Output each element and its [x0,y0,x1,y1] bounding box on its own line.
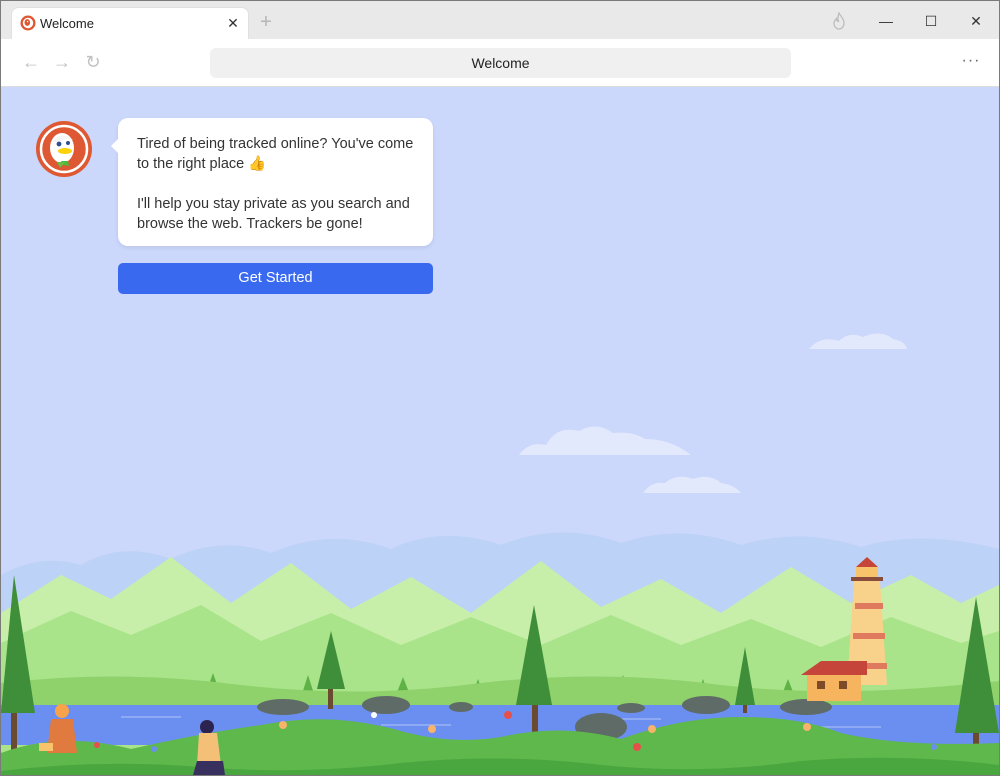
duckduckgo-favicon-icon [20,15,36,31]
duckduckgo-logo-icon [36,121,92,177]
landscape-illustration [1,333,999,775]
back-button[interactable]: ← [21,52,41,72]
new-tab-button[interactable]: + [257,12,275,32]
reload-button[interactable]: ↻ [83,52,103,72]
browser-window: Welcome ✕ + — ☐ ✕ ← → ↻ Welcome ··· Tire… [0,0,1000,776]
more-menu-button[interactable]: ··· [959,51,983,73]
fire-icon[interactable] [831,12,847,30]
welcome-message-bubble: Tired of being tracked online? You've co… [111,118,433,246]
address-bar[interactable]: Welcome [210,48,791,78]
forward-button[interactable]: → [52,52,72,72]
maximize-button[interactable]: ☐ [919,10,943,32]
bubble-tail [111,138,119,154]
minimize-button[interactable]: — [874,10,898,32]
tab-welcome[interactable]: Welcome ✕ [12,8,248,39]
welcome-page: Tired of being tracked online? You've co… [1,87,999,775]
welcome-message-line2: I'll help you stay private as you search… [137,196,410,232]
close-window-button[interactable]: ✕ [964,10,988,32]
welcome-message-line1: Tired of being tracked online? You've co… [137,136,414,172]
tab-close-icon[interactable]: ✕ [224,14,242,32]
navigation-toolbar: ← → ↻ Welcome ··· [1,39,999,87]
tab-title: Welcome [40,16,94,31]
get-started-button[interactable]: Get Started [118,263,433,294]
clouds [519,333,907,493]
tab-bar: Welcome ✕ + — ☐ ✕ [1,1,999,39]
